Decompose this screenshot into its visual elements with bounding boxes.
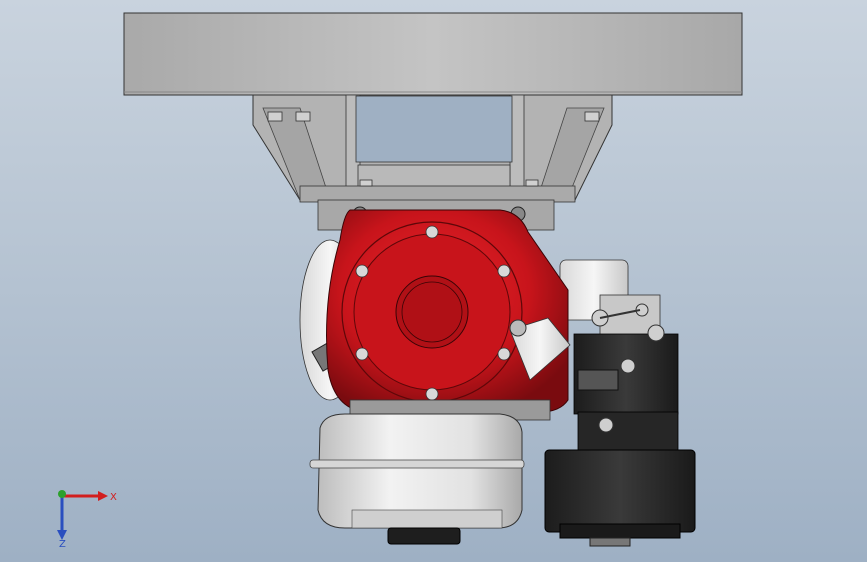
side-housing[interactable] [559,259,661,336]
fuel-tank[interactable] [309,413,525,545]
z-axis-label: Z [59,539,66,548]
red-gearbox[interactable] [326,209,569,421]
coordinate-triad-icon: X Z [57,490,117,550]
assembly-model[interactable] [0,0,867,562]
coordinate-triad: X Z [40,478,120,550]
mount-bracket[interactable] [252,94,613,203]
top-plate[interactable] [123,12,743,96]
x-axis-label: X [110,492,117,503]
cad-graphics-viewport[interactable]: X Z [0,0,867,562]
